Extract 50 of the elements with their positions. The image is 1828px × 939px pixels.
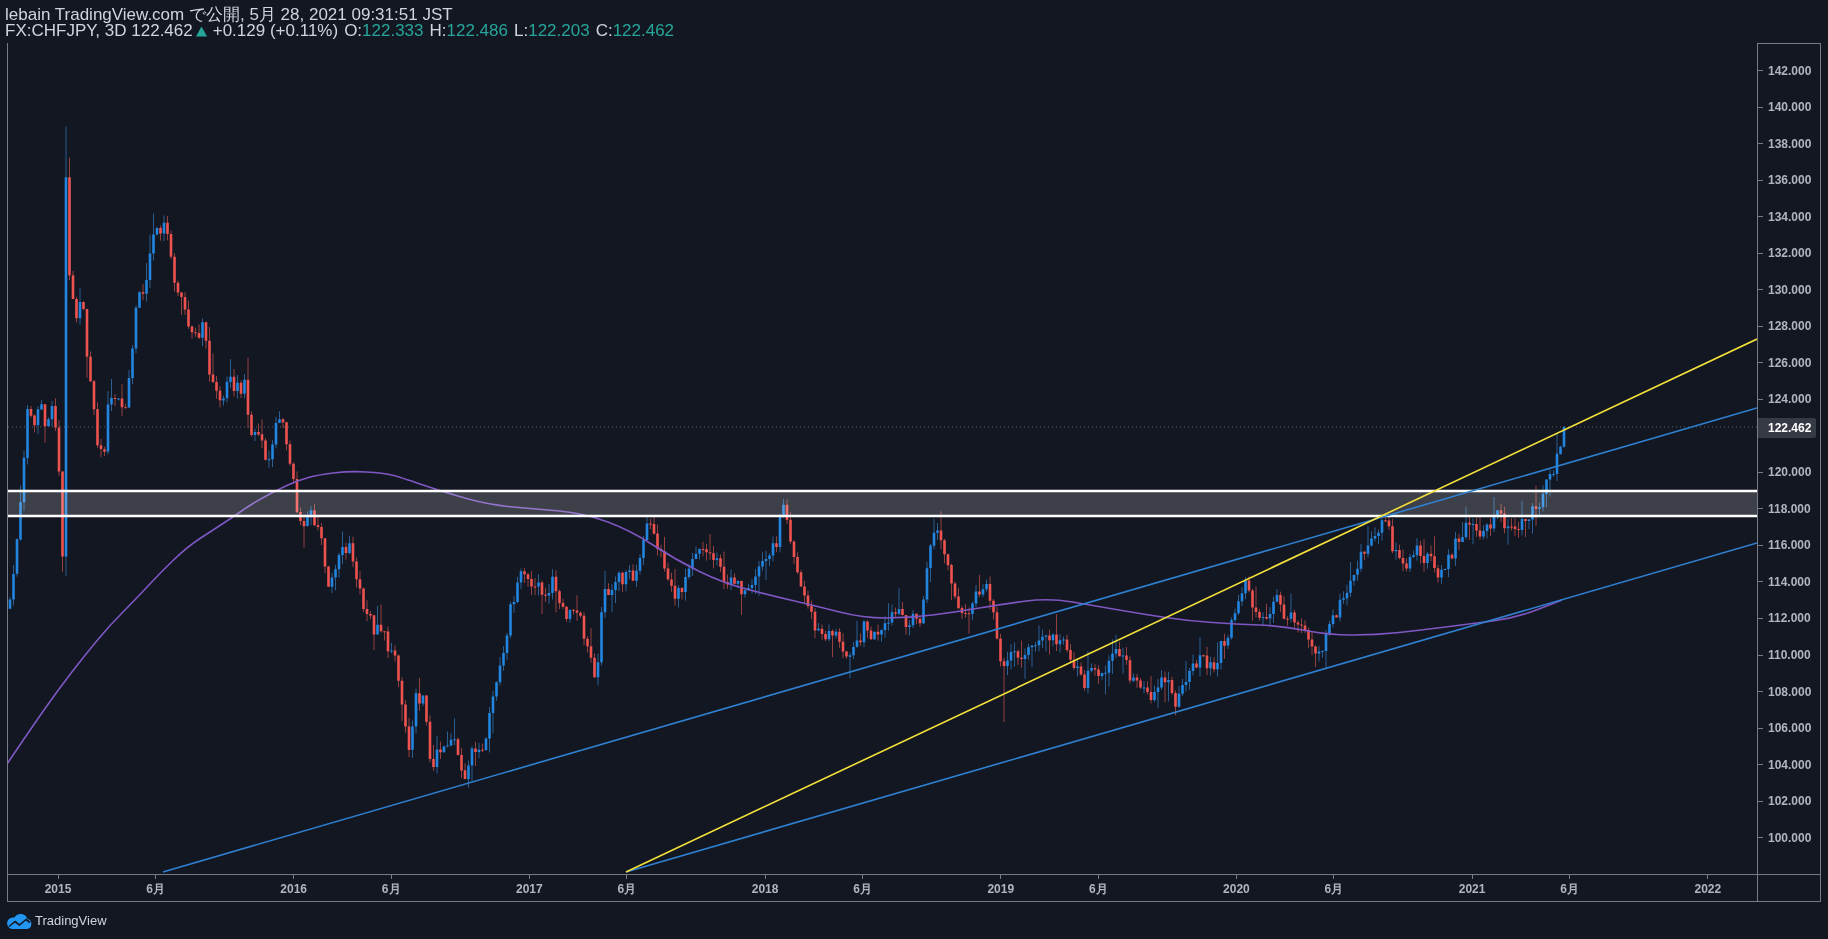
price-axis-label: 106.000 — [1768, 721, 1812, 736]
ohlc-label: C: — [595, 23, 613, 39]
time-axis-label: 2019 — [987, 882, 1015, 896]
symbol-info: FX:CHFJPY, 3D 122.462 — [5, 23, 193, 39]
cloud-icon — [6, 912, 32, 929]
price-axis-label: 102.000 — [1768, 794, 1812, 809]
ohlc-label: H: — [429, 23, 447, 39]
time-axis-label: 2015 — [44, 882, 72, 896]
ohlc-value: 122.486 — [446, 23, 508, 39]
time-axis-label: 2016 — [280, 882, 308, 896]
time-axis-label: 6月 — [853, 882, 872, 896]
time-axis-label: 2018 — [751, 882, 779, 896]
time-axis-label: 6月 — [1088, 882, 1108, 896]
time-axis-label: 6月 — [1324, 882, 1344, 896]
price-axis-label: 130.000 — [1768, 282, 1812, 297]
time-axis-label: 2022 — [1694, 882, 1722, 896]
time-axis-label: 2020 — [1223, 882, 1250, 896]
price-axis-label: 120.000 — [1768, 465, 1812, 480]
price-axis-label: 108.000 — [1768, 684, 1812, 699]
price-axis-label: 138.000 — [1768, 136, 1812, 151]
price-axis-label: 142.000 — [1768, 63, 1812, 78]
time-axis-label: 2021 — [1458, 882, 1486, 896]
price-axis-label: 126.000 — [1768, 355, 1812, 370]
time-axis-label: 6月 — [146, 882, 165, 896]
price-axis-label: 124.000 — [1768, 392, 1812, 407]
price-axis-label: 128.000 — [1768, 319, 1812, 334]
time-axis-label: 6月 — [1560, 882, 1579, 896]
price-axis-label: 118.000 — [1768, 501, 1811, 516]
brand-name: TradingView — [35, 912, 107, 929]
ohlc-value: 122.203 — [528, 23, 590, 39]
publish-info: lebain TradingView.com で公開, 5月 28, 2021 09:31:51 JST — [5, 7, 453, 23]
price-axis-label: 134.000 — [1768, 209, 1812, 224]
price-axis-label: 112.000 — [1768, 611, 1811, 626]
time-axis-label: 6月 — [381, 882, 401, 896]
price-axis-label: 110.000 — [1768, 648, 1811, 662]
ohlc-label: O: — [344, 23, 363, 39]
current-price-label: 122.462 — [1758, 417, 1817, 438]
ohlc-value: 122.333 — [362, 23, 424, 39]
time-axis-label: 6月 — [617, 882, 637, 896]
time-axis-label: 2017 — [516, 882, 543, 896]
price-axis-label: 104.000 — [1768, 757, 1812, 772]
ohlc-value: 122.462 — [612, 23, 675, 39]
price-axis-label: 114.000 — [1768, 574, 1811, 589]
price-change: +0.129 (+0.11%) — [212, 23, 339, 39]
price-axis-label: 136.000 — [1768, 173, 1812, 188]
price-axis-label: 116.000 — [1768, 538, 1811, 553]
price-axis-label: 140.000 — [1768, 100, 1812, 115]
ohlc-label: L: — [514, 23, 529, 39]
price-axis-label: 100.000 — [1768, 830, 1812, 845]
price-axis-label: 132.000 — [1768, 246, 1812, 261]
